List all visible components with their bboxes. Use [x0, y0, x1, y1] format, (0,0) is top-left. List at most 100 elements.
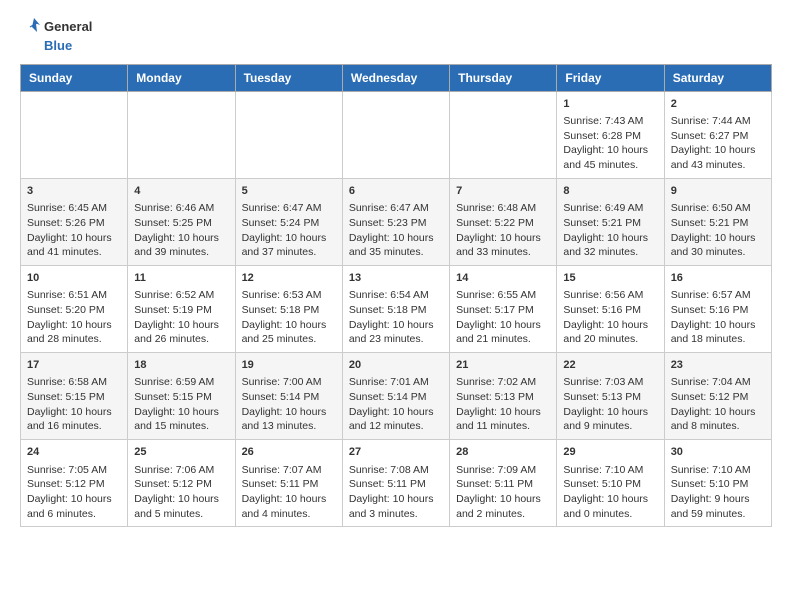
day-number: 1 [563, 97, 657, 112]
day-info: Sunset: 5:21 PM [563, 216, 657, 231]
day-number: 20 [349, 358, 443, 373]
day-info: Daylight: 10 hours and 20 minutes. [563, 318, 657, 347]
calendar-cell: 20Sunrise: 7:01 AMSunset: 5:14 PMDayligh… [342, 353, 449, 440]
day-info: Daylight: 10 hours and 21 minutes. [456, 318, 550, 347]
day-info: Daylight: 10 hours and 45 minutes. [563, 143, 657, 172]
day-info: Sunrise: 7:10 AM [563, 463, 657, 478]
calendar-cell [235, 91, 342, 178]
header-row: SundayMondayTuesdayWednesdayThursdayFrid… [21, 64, 772, 91]
day-info: Sunset: 5:11 PM [456, 477, 550, 492]
day-info: Sunset: 5:16 PM [563, 303, 657, 318]
calendar-week-row: 10Sunrise: 6:51 AMSunset: 5:20 PMDayligh… [21, 265, 772, 352]
day-info: Sunset: 5:12 PM [671, 390, 765, 405]
day-number: 19 [242, 358, 336, 373]
day-info: Daylight: 10 hours and 30 minutes. [671, 231, 765, 260]
day-info: Sunrise: 6:52 AM [134, 288, 228, 303]
day-info: Daylight: 10 hours and 23 minutes. [349, 318, 443, 347]
day-info: Daylight: 10 hours and 4 minutes. [242, 492, 336, 521]
day-info: Daylight: 10 hours and 26 minutes. [134, 318, 228, 347]
day-info: Sunset: 5:10 PM [563, 477, 657, 492]
day-info: Daylight: 10 hours and 35 minutes. [349, 231, 443, 260]
calendar-week-row: 1Sunrise: 7:43 AMSunset: 6:28 PMDaylight… [21, 91, 772, 178]
day-info: Daylight: 10 hours and 9 minutes. [563, 405, 657, 434]
calendar-cell: 12Sunrise: 6:53 AMSunset: 5:18 PMDayligh… [235, 265, 342, 352]
logo-blue: Blue [44, 38, 72, 54]
calendar-cell: 29Sunrise: 7:10 AMSunset: 5:10 PMDayligh… [557, 440, 664, 527]
day-number: 9 [671, 184, 765, 199]
day-info: Daylight: 10 hours and 39 minutes. [134, 231, 228, 260]
day-number: 16 [671, 271, 765, 286]
day-info: Sunset: 5:12 PM [27, 477, 121, 492]
day-number: 6 [349, 184, 443, 199]
calendar-cell: 15Sunrise: 6:56 AMSunset: 5:16 PMDayligh… [557, 265, 664, 352]
calendar-cell: 21Sunrise: 7:02 AMSunset: 5:13 PMDayligh… [450, 353, 557, 440]
day-info: Daylight: 10 hours and 43 minutes. [671, 143, 765, 172]
calendar-cell: 22Sunrise: 7:03 AMSunset: 5:13 PMDayligh… [557, 353, 664, 440]
day-number: 4 [134, 184, 228, 199]
day-info: Sunrise: 6:50 AM [671, 201, 765, 216]
day-number: 28 [456, 445, 550, 460]
day-info: Sunset: 5:11 PM [349, 477, 443, 492]
day-info: Sunrise: 7:02 AM [456, 375, 550, 390]
day-info: Sunrise: 7:04 AM [671, 375, 765, 390]
calendar-cell: 6Sunrise: 6:47 AMSunset: 5:23 PMDaylight… [342, 178, 449, 265]
day-number: 2 [671, 97, 765, 112]
day-info: Sunset: 5:12 PM [134, 477, 228, 492]
day-number: 13 [349, 271, 443, 286]
day-number: 25 [134, 445, 228, 460]
day-info: Sunrise: 6:55 AM [456, 288, 550, 303]
day-info: Sunrise: 7:44 AM [671, 114, 765, 129]
day-info: Sunset: 5:10 PM [671, 477, 765, 492]
weekday-header: Wednesday [342, 64, 449, 91]
day-number: 10 [27, 271, 121, 286]
day-info: Sunrise: 6:47 AM [242, 201, 336, 216]
day-info: Daylight: 10 hours and 6 minutes. [27, 492, 121, 521]
day-info: Sunrise: 7:09 AM [456, 463, 550, 478]
calendar-cell: 25Sunrise: 7:06 AMSunset: 5:12 PMDayligh… [128, 440, 235, 527]
calendar-table: SundayMondayTuesdayWednesdayThursdayFrid… [20, 64, 772, 528]
day-info: Sunrise: 7:08 AM [349, 463, 443, 478]
day-info: Daylight: 10 hours and 41 minutes. [27, 231, 121, 260]
day-info: Sunset: 5:15 PM [27, 390, 121, 405]
day-info: Sunrise: 7:03 AM [563, 375, 657, 390]
day-info: Sunrise: 6:54 AM [349, 288, 443, 303]
calendar-cell: 7Sunrise: 6:48 AMSunset: 5:22 PMDaylight… [450, 178, 557, 265]
calendar-cell: 5Sunrise: 6:47 AMSunset: 5:24 PMDaylight… [235, 178, 342, 265]
day-info: Sunset: 5:19 PM [134, 303, 228, 318]
calendar-cell: 9Sunrise: 6:50 AMSunset: 5:21 PMDaylight… [664, 178, 771, 265]
day-info: Daylight: 10 hours and 12 minutes. [349, 405, 443, 434]
day-info: Sunset: 6:27 PM [671, 129, 765, 144]
day-number: 15 [563, 271, 657, 286]
day-info: Sunrise: 7:43 AM [563, 114, 657, 129]
day-number: 17 [27, 358, 121, 373]
day-info: Sunset: 5:24 PM [242, 216, 336, 231]
day-info: Daylight: 10 hours and 25 minutes. [242, 318, 336, 347]
calendar-cell: 26Sunrise: 7:07 AMSunset: 5:11 PMDayligh… [235, 440, 342, 527]
logo-general: General [44, 19, 92, 35]
day-info: Sunset: 5:11 PM [242, 477, 336, 492]
day-info: Sunset: 5:26 PM [27, 216, 121, 231]
day-info: Sunrise: 7:01 AM [349, 375, 443, 390]
weekday-header: Sunday [21, 64, 128, 91]
calendar-cell: 11Sunrise: 6:52 AMSunset: 5:19 PMDayligh… [128, 265, 235, 352]
day-info: Sunset: 5:13 PM [456, 390, 550, 405]
day-number: 30 [671, 445, 765, 460]
day-info: Sunset: 5:14 PM [242, 390, 336, 405]
day-number: 24 [27, 445, 121, 460]
day-info: Daylight: 9 hours and 59 minutes. [671, 492, 765, 521]
calendar-cell: 16Sunrise: 6:57 AMSunset: 5:16 PMDayligh… [664, 265, 771, 352]
calendar-cell: 13Sunrise: 6:54 AMSunset: 5:18 PMDayligh… [342, 265, 449, 352]
day-info: Sunset: 6:28 PM [563, 129, 657, 144]
calendar-cell: 23Sunrise: 7:04 AMSunset: 5:12 PMDayligh… [664, 353, 771, 440]
calendar-cell: 17Sunrise: 6:58 AMSunset: 5:15 PMDayligh… [21, 353, 128, 440]
weekday-header: Monday [128, 64, 235, 91]
day-info: Daylight: 10 hours and 18 minutes. [671, 318, 765, 347]
day-info: Daylight: 10 hours and 15 minutes. [134, 405, 228, 434]
calendar-cell: 28Sunrise: 7:09 AMSunset: 5:11 PMDayligh… [450, 440, 557, 527]
page-header: General Blue [20, 16, 772, 54]
day-info: Sunset: 5:16 PM [671, 303, 765, 318]
day-info: Daylight: 10 hours and 3 minutes. [349, 492, 443, 521]
day-info: Daylight: 10 hours and 32 minutes. [563, 231, 657, 260]
calendar-cell: 3Sunrise: 6:45 AMSunset: 5:26 PMDaylight… [21, 178, 128, 265]
day-info: Sunrise: 6:46 AM [134, 201, 228, 216]
